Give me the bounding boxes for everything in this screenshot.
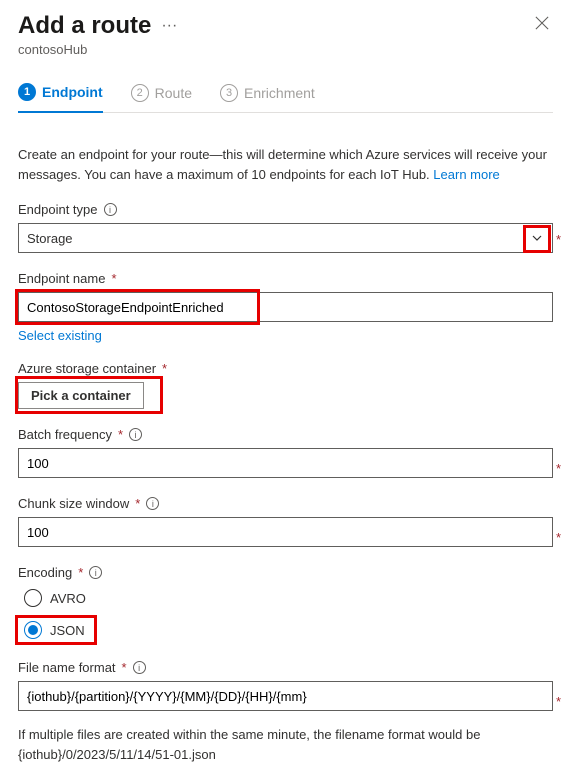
tab-label: Enrichment bbox=[244, 85, 315, 101]
required-marker: * bbox=[78, 565, 83, 580]
field-encoding: Encoding * i AVRO JSON bbox=[18, 565, 553, 642]
chevron-down-icon[interactable] bbox=[523, 225, 551, 253]
required-marker: * bbox=[162, 361, 167, 376]
field-batch-frequency: Batch frequency * i * bbox=[18, 427, 553, 478]
radio-icon bbox=[24, 589, 42, 607]
step-number-icon: 3 bbox=[220, 84, 238, 102]
dropdown-value: Storage bbox=[27, 231, 73, 246]
page-subtitle: contosoHub bbox=[18, 42, 531, 57]
label-chunk-size: Chunk size window bbox=[18, 496, 129, 511]
required-marker: * bbox=[118, 427, 123, 442]
info-icon[interactable]: i bbox=[146, 497, 159, 510]
endpoint-type-dropdown[interactable]: Storage bbox=[18, 223, 553, 253]
required-marker: * bbox=[556, 694, 561, 709]
required-marker: * bbox=[122, 660, 127, 675]
more-actions-icon[interactable]: ··· bbox=[161, 17, 177, 35]
required-marker: * bbox=[556, 232, 561, 247]
label-batch-frequency: Batch frequency bbox=[18, 427, 112, 442]
intro-text: Create an endpoint for your route—this w… bbox=[18, 145, 553, 184]
panel-header: Add a route ··· contosoHub bbox=[18, 12, 553, 57]
step-number-icon: 1 bbox=[18, 83, 36, 101]
file-format-footnote: If multiple files are created within the… bbox=[18, 725, 553, 764]
tab-endpoint[interactable]: 1 Endpoint bbox=[18, 75, 103, 113]
field-storage-container: Azure storage container * Pick a contain… bbox=[18, 361, 553, 409]
tab-label: Endpoint bbox=[42, 84, 103, 100]
file-name-format-input[interactable] bbox=[18, 681, 553, 711]
radio-icon bbox=[24, 621, 42, 639]
required-marker: * bbox=[556, 530, 561, 545]
encoding-radio-group: AVRO JSON bbox=[18, 586, 553, 642]
tab-enrichment[interactable]: 3 Enrichment bbox=[220, 75, 315, 112]
radio-avro[interactable]: AVRO bbox=[18, 586, 86, 610]
field-file-name-format: File name format * i * bbox=[18, 660, 553, 711]
label-encoding: Encoding bbox=[18, 565, 72, 580]
radio-json[interactable]: JSON bbox=[18, 618, 85, 642]
required-marker: * bbox=[556, 461, 561, 476]
chunk-size-input[interactable] bbox=[18, 517, 553, 547]
radio-label: AVRO bbox=[50, 591, 86, 606]
info-icon[interactable]: i bbox=[133, 661, 146, 674]
required-marker: * bbox=[111, 271, 116, 286]
tab-label: Route bbox=[155, 85, 192, 101]
field-chunk-size: Chunk size window * i * bbox=[18, 496, 553, 547]
required-marker: * bbox=[135, 496, 140, 511]
label-endpoint-type: Endpoint type bbox=[18, 202, 98, 217]
label-storage-container: Azure storage container bbox=[18, 361, 156, 376]
learn-more-link[interactable]: Learn more bbox=[433, 167, 499, 182]
field-endpoint-type: Endpoint type i Storage * bbox=[18, 202, 553, 253]
batch-frequency-input[interactable] bbox=[18, 448, 553, 478]
info-icon[interactable]: i bbox=[104, 203, 117, 216]
radio-label: JSON bbox=[50, 623, 85, 638]
page-title: Add a route bbox=[18, 12, 151, 40]
wizard-tabs: 1 Endpoint 2 Route 3 Enrichment bbox=[18, 75, 553, 113]
label-endpoint-name: Endpoint name bbox=[18, 271, 105, 286]
info-icon[interactable]: i bbox=[129, 428, 142, 441]
endpoint-name-input[interactable] bbox=[18, 292, 553, 322]
title-block: Add a route ··· contosoHub bbox=[18, 12, 531, 57]
close-button[interactable] bbox=[531, 12, 553, 39]
select-existing-link[interactable]: Select existing bbox=[18, 328, 102, 343]
field-endpoint-name: Endpoint name * Select existing bbox=[18, 271, 553, 343]
pick-container-button[interactable]: Pick a container bbox=[18, 382, 144, 409]
step-number-icon: 2 bbox=[131, 84, 149, 102]
tab-route[interactable]: 2 Route bbox=[131, 75, 192, 112]
info-icon[interactable]: i bbox=[89, 566, 102, 579]
label-file-name-format: File name format bbox=[18, 660, 116, 675]
